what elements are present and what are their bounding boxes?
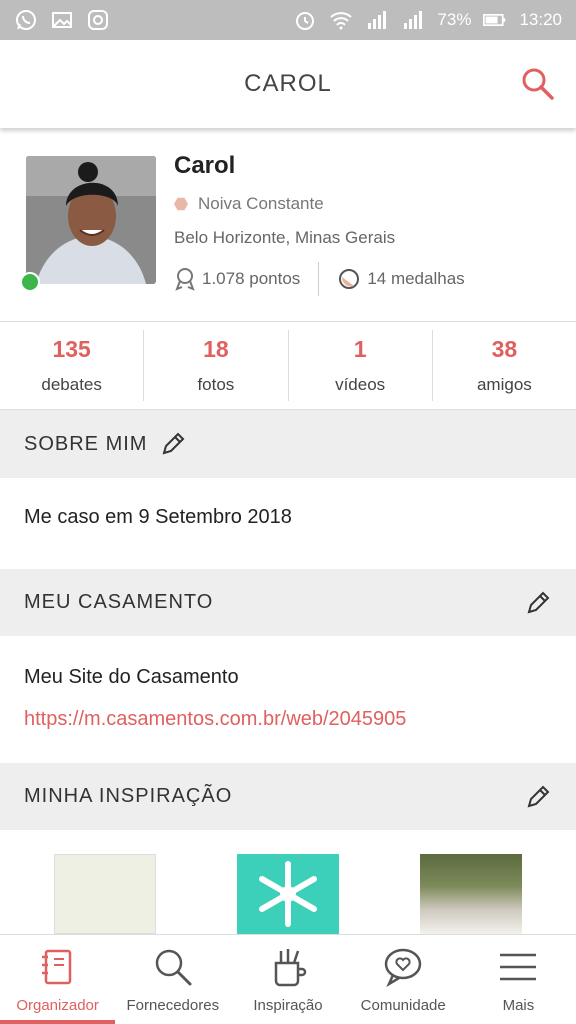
nav-mais[interactable]: Mais — [461, 935, 576, 1024]
count-value: 135 — [52, 336, 91, 362]
signal-icon — [365, 8, 389, 32]
nav-organizador[interactable]: Organizador — [0, 935, 116, 1024]
inspiration-thumbnail[interactable] — [420, 854, 522, 934]
section-meu-casamento-header: MEU CASAMENTO — [0, 569, 576, 636]
battery-icon — [483, 8, 507, 32]
nav-label: Comunidade — [360, 997, 446, 1014]
edit-sobre-mim-button[interactable] — [159, 430, 187, 458]
nav-inspiracao[interactable]: Inspiração — [230, 935, 345, 1024]
chat-heart-icon — [384, 948, 422, 988]
rank-hexagon-icon — [174, 197, 188, 211]
status-bar: 73% 13:20 — [0, 0, 576, 40]
search-icon — [155, 949, 192, 986]
count-label: debates — [41, 375, 102, 394]
search-icon — [522, 68, 554, 100]
count-amigos[interactable]: 38 amigos — [433, 330, 576, 401]
section-title: MEU CASAMENTO — [24, 591, 214, 613]
profile-card: Carol Noiva Constante Belo Horizonte, Mi… — [0, 128, 576, 322]
gallery-icon — [50, 8, 74, 32]
section-title: MINHA INSPIRAÇÃO — [24, 785, 233, 807]
count-value: 38 — [491, 336, 518, 362]
nav-label: Fornecedores — [126, 997, 220, 1014]
nav-label: Inspiração — [253, 997, 323, 1014]
award-icon — [175, 268, 195, 291]
edit-casamento-button[interactable] — [524, 589, 552, 617]
profile-name: Carol — [174, 152, 236, 179]
avatar[interactable] — [26, 156, 156, 284]
medals-stat[interactable]: 14 medalhas — [337, 267, 465, 291]
count-value: 18 — [203, 336, 229, 362]
app-bar: CAROL — [0, 40, 576, 128]
pencil-icon — [527, 591, 550, 613]
alarm-icon — [293, 8, 317, 32]
section-inspiracao-header: MINHA INSPIRAÇÃO — [0, 763, 576, 830]
stats-divider — [318, 262, 320, 296]
page-title: CAROL — [244, 70, 332, 97]
profile-location: Belo Horizonte, Minas Gerais — [174, 228, 396, 247]
nav-fornecedores[interactable]: Fornecedores — [115, 935, 230, 1024]
rank-label: Noiva Constante — [198, 194, 324, 213]
pencil-icon — [162, 432, 185, 455]
nav-label: Organizador — [16, 997, 99, 1014]
count-fotos[interactable]: 18 fotos — [144, 330, 289, 401]
section-title: SOBRE MIM — [24, 432, 148, 455]
profile-stats: 1.078 pontos 14 medalhas — [174, 262, 465, 296]
section-sobre-mim-header: SOBRE MIM — [0, 410, 576, 478]
nav-label: Mais — [502, 997, 535, 1014]
nav-comunidade[interactable]: Comunidade — [346, 935, 461, 1024]
bottom-navigation: Organizador Fornecedores Inspiração Comu… — [0, 934, 576, 1024]
inspiration-thumbnail[interactable] — [54, 854, 156, 934]
inspiration-thumbnail[interactable] — [237, 854, 339, 934]
clock: 13:20 — [519, 10, 562, 29]
count-debates[interactable]: 135 debates — [0, 330, 145, 401]
signal-icon-2 — [401, 8, 425, 32]
wifi-icon — [329, 8, 353, 32]
profile-counts: 135 debates 18 fotos 1 vídeos 38 amigos — [0, 322, 576, 410]
profile-rank: Noiva Constante — [174, 194, 324, 214]
inspiration-gallery — [0, 830, 576, 934]
count-label: fotos — [197, 375, 235, 394]
edit-inspiracao-button[interactable] — [524, 783, 552, 811]
brush-cup-icon — [274, 949, 307, 987]
pencil-icon — [527, 785, 550, 807]
notebook-icon — [41, 949, 71, 985]
count-videos[interactable]: 1 vídeos — [289, 330, 433, 401]
menu-icon — [500, 953, 537, 981]
wedding-site-label: Meu Site do Casamento — [24, 666, 239, 688]
medal-icon — [339, 269, 360, 289]
instagram-icon — [86, 8, 110, 32]
points-stat[interactable]: 1.078 pontos — [174, 267, 300, 291]
battery-percent: 73% — [437, 10, 472, 29]
search-button[interactable] — [520, 66, 556, 102]
points-label: 1.078 pontos — [202, 269, 301, 288]
whatsapp-icon — [14, 8, 38, 32]
count-value: 1 — [353, 336, 367, 362]
count-label: amigos — [476, 375, 532, 394]
medals-label: 14 medalhas — [367, 269, 465, 288]
online-status-dot — [20, 272, 40, 292]
snowflake-icon — [259, 861, 317, 927]
count-label: vídeos — [335, 375, 386, 394]
sobre-mim-text: Me caso em 9 Setembro 2018 — [24, 506, 292, 528]
wedding-site-link[interactable]: https://m.casamentos.com.br/web/2045905 — [24, 708, 406, 731]
